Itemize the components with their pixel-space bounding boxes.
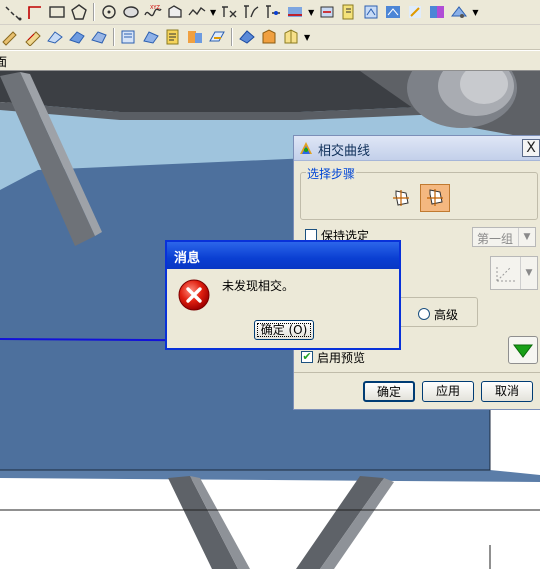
rectangle-icon[interactable] (47, 2, 67, 22)
enable-preview-checkbox[interactable]: ✔ (301, 351, 313, 363)
selection-filter-bar: 面 (0, 51, 540, 71)
toolbar-separator (113, 28, 115, 46)
polygon-icon[interactable] (69, 2, 89, 22)
set-select-combo[interactable]: 第一组 ▼ (472, 227, 536, 247)
nx-app-icon (300, 142, 312, 154)
advanced-label: 高级 (434, 308, 459, 322)
freeform-icon[interactable] (237, 27, 257, 47)
chevron-down-icon: ▼ (520, 257, 537, 289)
offset-face-icon[interactable] (207, 27, 227, 47)
dialog-titlebar[interactable]: 相交曲线 X (294, 136, 540, 161)
curve-network-icon[interactable] (219, 2, 239, 22)
chevron-down-icon[interactable]: ▼ (308, 8, 314, 17)
join-icon[interactable] (405, 2, 425, 22)
message-title: 消息 (174, 251, 201, 266)
wrap-icon[interactable] (449, 2, 469, 22)
arc-icon[interactable] (25, 2, 45, 22)
chevron-down-icon[interactable]: ▼ (304, 33, 310, 42)
apply-button[interactable]: 应用 (422, 381, 474, 402)
circle-icon[interactable] (99, 2, 119, 22)
xyz-point-icon[interactable] (165, 2, 185, 22)
edit-curve-toolbar: ▼ (0, 25, 540, 50)
trim-curve-icon[interactable] (241, 2, 261, 22)
show-poles-icon[interactable] (67, 27, 87, 47)
spline-icon[interactable]: XYZ (143, 2, 163, 22)
triangle-down-icon (513, 344, 533, 358)
enable-preview-label: 启用预览 (317, 351, 366, 365)
combined-projection-icon[interactable] (427, 2, 447, 22)
deviation-icon[interactable] (185, 27, 205, 47)
message-titlebar[interactable]: 消息 (167, 242, 399, 269)
cancel-button[interactable]: 取消 (481, 381, 533, 402)
sketch-points-icon[interactable] (3, 2, 23, 22)
dialog-title: 相交曲线 (318, 144, 371, 159)
close-icon: X (526, 140, 536, 156)
second-set-step-icon (427, 189, 443, 206)
bridge-curve-icon[interactable] (285, 2, 305, 22)
fillet-curve-icon[interactable] (263, 2, 283, 22)
curve-length-icon[interactable] (23, 27, 43, 47)
smooth-spline-icon[interactable] (45, 27, 65, 47)
filter-combo[interactable]: ▼ (490, 256, 538, 290)
plane-filter-icon (496, 265, 517, 282)
advanced-radio[interactable] (418, 308, 430, 320)
curve-toolbar: XYZ ▼ ▼ ▼ (0, 0, 540, 25)
ellipse-icon[interactable] (121, 2, 141, 22)
error-icon (178, 279, 210, 311)
hide-poles-icon[interactable] (89, 27, 109, 47)
surface-check-icon[interactable] (259, 27, 279, 47)
second-set-step-button[interactable] (420, 184, 450, 212)
message-text: 未发现相交。 (222, 279, 295, 293)
close-button[interactable]: X (522, 139, 540, 157)
filter-text: 面 (0, 55, 8, 69)
selection-steps-label: 选择步骤 (306, 165, 357, 182)
toolbar-separator (93, 3, 95, 21)
points-tool-icon[interactable] (163, 27, 183, 47)
blend-icon[interactable] (339, 2, 359, 22)
divider (294, 372, 540, 373)
chevron-down-icon[interactable]: ▼ (210, 8, 216, 17)
curvature-comb-icon[interactable] (119, 27, 139, 47)
set-select-value: 第一组 (477, 232, 514, 246)
chevron-down-icon: ▼ (518, 228, 535, 246)
message-dialog: 消息 未发现相交。 确定 (O) (165, 240, 401, 350)
first-set-step-icon[interactable] (390, 187, 412, 209)
section-curve-icon[interactable] (383, 2, 403, 22)
toolbar-separator (231, 28, 233, 46)
extract-curve-icon[interactable] (361, 2, 381, 22)
analyze-curve-icon[interactable] (141, 27, 161, 47)
ok-button[interactable]: 确定 (363, 381, 415, 402)
isoparametric-icon[interactable] (281, 27, 301, 47)
offset-curve-icon[interactable] (187, 2, 207, 22)
project-curve-icon[interactable] (317, 2, 337, 22)
message-ok-button[interactable]: 确定 (O) (254, 320, 314, 340)
svg-text:XYZ: XYZ (150, 5, 160, 11)
edit-curve-icon[interactable] (1, 27, 21, 47)
preview-expand-button[interactable] (508, 336, 538, 364)
chevron-down-icon[interactable]: ▼ (472, 8, 478, 17)
